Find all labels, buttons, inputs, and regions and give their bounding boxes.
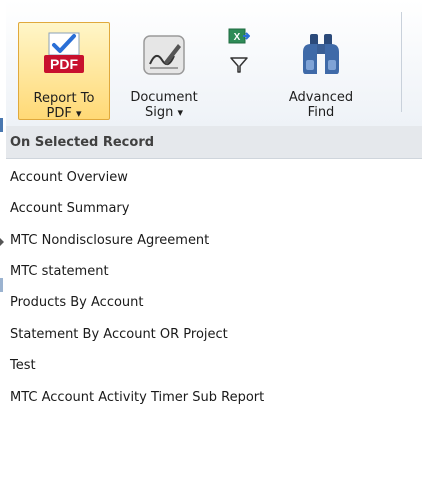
menu-item-account-summary[interactable]: Account Summary xyxy=(6,194,422,224)
excel-export-icon[interactable]: X xyxy=(228,28,251,50)
menu-item-mtc-account-activity-timer-sub-report[interactable]: MTC Account Activity Timer Sub Report xyxy=(6,383,422,413)
report-to-pdf-sublabel: PDF xyxy=(46,106,72,121)
advanced-find-label: Advanced xyxy=(288,90,354,105)
advanced-find-button[interactable]: Advanced Find xyxy=(276,22,366,120)
menu-item-test[interactable]: Test xyxy=(6,351,422,381)
rail-marker xyxy=(0,278,3,292)
filter-icon[interactable] xyxy=(230,56,248,78)
ribbon-divider xyxy=(401,12,402,112)
report-to-pdf-button[interactable]: PDF Report To PDF ▾ xyxy=(18,22,110,121)
signature-icon xyxy=(140,30,188,78)
ribbon-toolbar: PDF Report To PDF ▾ Document Sign ▾ X Ad… xyxy=(6,0,422,127)
advanced-find-sublabel: Find xyxy=(307,105,335,120)
pdf-report-icon: PDF xyxy=(40,31,88,79)
binoculars-icon xyxy=(297,30,345,78)
rail-marker xyxy=(0,118,3,132)
report-dropdown-menu: On Selected Record Account Overview Acco… xyxy=(6,126,422,491)
document-sign-sublabel: Sign xyxy=(144,105,174,120)
collapse-caret-icon[interactable] xyxy=(0,238,4,246)
dropdown-arrow-icon[interactable]: ▾ xyxy=(76,107,82,120)
menu-item-mtc-nondisclosure-agreement[interactable]: MTC Nondisclosure Agreement xyxy=(6,226,422,256)
dropdown-arrow-icon[interactable]: ▾ xyxy=(177,106,183,119)
menu-item-mtc-statement[interactable]: MTC statement xyxy=(6,257,422,287)
report-to-pdf-label: Report To xyxy=(33,91,95,106)
document-sign-button[interactable]: Document Sign ▾ xyxy=(118,22,210,120)
svg-text:PDF: PDF xyxy=(50,56,78,72)
document-sign-label: Document xyxy=(130,90,198,105)
menu-item-products-by-account[interactable]: Products By Account xyxy=(6,288,422,318)
menu-item-statement-by-account-or-project[interactable]: Statement By Account OR Project xyxy=(6,320,422,350)
svg-text:X: X xyxy=(234,32,241,43)
menu-section-header: On Selected Record xyxy=(6,126,422,159)
menu-item-account-overview[interactable]: Account Overview xyxy=(6,163,422,193)
